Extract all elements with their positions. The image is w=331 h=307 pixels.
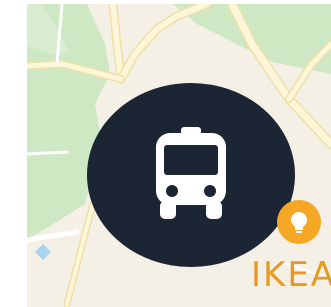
water-feature [35, 244, 51, 260]
screenshot: IKEA [0, 0, 331, 307]
bus-stop-marker[interactable] [87, 83, 295, 267]
bulb-icon [291, 212, 307, 233]
road [108, 4, 126, 84]
road [63, 200, 97, 307]
map-view[interactable]: IKEA [27, 4, 331, 307]
poi-pin[interactable] [277, 200, 321, 244]
poi-label[interactable]: IKEA [251, 258, 331, 292]
bus-icon [156, 127, 226, 219]
